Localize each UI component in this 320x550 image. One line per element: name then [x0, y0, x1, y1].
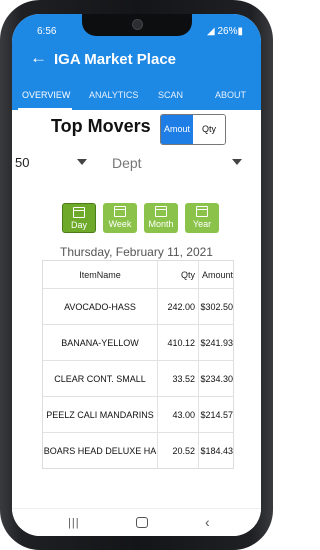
cell-amount: $241.93: [200, 337, 233, 348]
cell-amount: $302.50: [200, 301, 233, 312]
period-day-label: Day: [70, 220, 87, 230]
battery-indicator: ◢ 26%▮: [207, 26, 243, 37]
count-select[interactable]: 50: [15, 155, 29, 170]
tab-scan[interactable]: SCAN: [158, 90, 183, 100]
table-row[interactable]: PEELZ CALI MANDARINS 43.00 $214.57: [43, 396, 233, 432]
period-week-button[interactable]: Week: [103, 203, 137, 233]
header-amount[interactable]: Amount: [198, 261, 235, 288]
calendar-icon: [155, 206, 167, 217]
table-row[interactable]: BOARS HEAD DELUXE HA 20.52 $184.43: [43, 432, 233, 468]
cell-qty: 43.00: [172, 409, 195, 420]
tab-about[interactable]: ABOUT: [215, 90, 246, 100]
cell-qty: 242.00: [167, 301, 195, 312]
metric-toggle: Amout Qty: [160, 114, 226, 145]
cell-item-name: BANANA-YELLOW: [61, 337, 139, 348]
top-movers-table: ItemName Qty Amount AVOCADO-HASS 242.00 …: [42, 260, 234, 469]
cell-qty: 20.52: [172, 445, 195, 456]
cell-amount: $184.43: [200, 445, 233, 456]
cell-amount: $214.57: [200, 409, 233, 420]
period-week-label: Week: [108, 219, 132, 229]
dept-select[interactable]: Dept: [112, 155, 142, 171]
camera-icon: [132, 19, 143, 30]
count-chevron-down-icon[interactable]: [77, 159, 87, 165]
header-qty[interactable]: Qty: [157, 261, 198, 288]
recents-icon[interactable]: |||: [68, 517, 80, 529]
phone-frame: 6:56 ◢ 26%▮ ← IGA Market Place OVERVIEW …: [0, 0, 273, 550]
app-screen: 6:56 ◢ 26%▮ ← IGA Market Place OVERVIEW …: [12, 14, 261, 536]
status-time: 6:56: [37, 26, 57, 37]
toggle-amount-button[interactable]: Amout: [161, 115, 193, 144]
cell-item-name: BOARS HEAD DELUXE HA: [43, 445, 157, 456]
period-year-button[interactable]: Year: [185, 203, 219, 233]
back-icon[interactable]: ‹: [205, 514, 210, 530]
cell-item-name: AVOCADO-HASS: [64, 301, 136, 312]
cell-qty: 33.52: [172, 373, 195, 384]
calendar-icon: [73, 207, 85, 218]
period-month-label: Month: [148, 219, 174, 229]
app-bar: ← IGA Market Place: [12, 44, 261, 74]
camera-notch: [82, 14, 192, 36]
tab-analytics[interactable]: ANALYTICS: [89, 90, 138, 100]
calendar-icon: [196, 206, 208, 217]
back-arrow-icon[interactable]: ←: [30, 48, 47, 68]
toggle-qty-button[interactable]: Qty: [193, 115, 225, 144]
tab-bar: OVERVIEW ANALYTICS SCAN ABOUT: [12, 74, 261, 110]
period-month-button[interactable]: Month: [144, 203, 178, 233]
app-title: IGA Market Place: [54, 51, 176, 68]
table-row[interactable]: BANANA-YELLOW 410.12 $241.93: [43, 324, 233, 360]
report-date: Thursday, February 11, 2021: [60, 245, 213, 259]
active-tab-indicator: [18, 108, 72, 110]
period-day-button[interactable]: Day: [62, 203, 96, 233]
calendar-icon: [114, 206, 126, 217]
cell-item-name: CLEAR CONT. SMALL: [54, 373, 146, 384]
system-nav-bar: ||| ‹: [12, 508, 261, 536]
header-itemname[interactable]: ItemName: [43, 261, 157, 288]
table-row[interactable]: AVOCADO-HASS 242.00 $302.50: [43, 288, 233, 324]
table-header: ItemName Qty Amount: [43, 261, 233, 288]
dept-chevron-down-icon[interactable]: [232, 159, 242, 165]
period-year-label: Year: [192, 219, 212, 229]
cell-qty: 410.12: [167, 337, 195, 348]
cell-amount: $234.30: [200, 373, 233, 384]
table-row[interactable]: CLEAR CONT. SMALL 33.52 $234.30: [43, 360, 233, 396]
page-title: Top Movers: [51, 116, 151, 136]
cell-item-name: PEELZ CALI MANDARINS: [46, 409, 154, 420]
tab-overview[interactable]: OVERVIEW: [22, 90, 70, 100]
home-icon[interactable]: [136, 517, 148, 528]
